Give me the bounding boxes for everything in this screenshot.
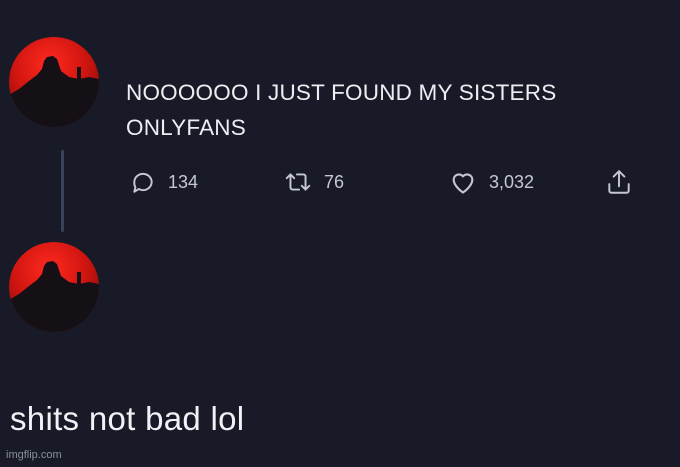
tweet-text-line-1: NOOOOOO I JUST FOUND MY SISTERS: [126, 80, 557, 105]
retweet-count: 76: [324, 171, 345, 192]
reply-text: shits not bad lol: [10, 400, 245, 437]
share-button[interactable]: [606, 164, 632, 200]
watermark: imgflip.com: [6, 449, 62, 461]
reply-avatar[interactable]: [9, 242, 99, 332]
avatar[interactable]: [9, 37, 99, 127]
avatar-silhouette: [9, 56, 99, 127]
tweet-text: NOOOOOO I JUST FOUND MY SISTERS ONLYFANS: [126, 75, 676, 145]
share-icon: [606, 168, 632, 196]
speech-bubble-icon: [130, 169, 156, 195]
tweet-actions: 134 76 3,032: [126, 164, 656, 200]
heart-icon: [449, 169, 477, 195]
like-button[interactable]: 3,032: [449, 164, 534, 200]
like-count: 3,032: [489, 171, 535, 192]
avatar-silhouette: [9, 261, 99, 332]
retweet-icon: [284, 169, 312, 195]
tweet-text-line-2: ONLYFANS: [126, 115, 246, 140]
reply-button[interactable]: 134: [130, 164, 198, 200]
thread-connector-line: [61, 150, 64, 232]
reply-count: 134: [168, 171, 199, 192]
retweet-button[interactable]: 76: [284, 164, 344, 200]
